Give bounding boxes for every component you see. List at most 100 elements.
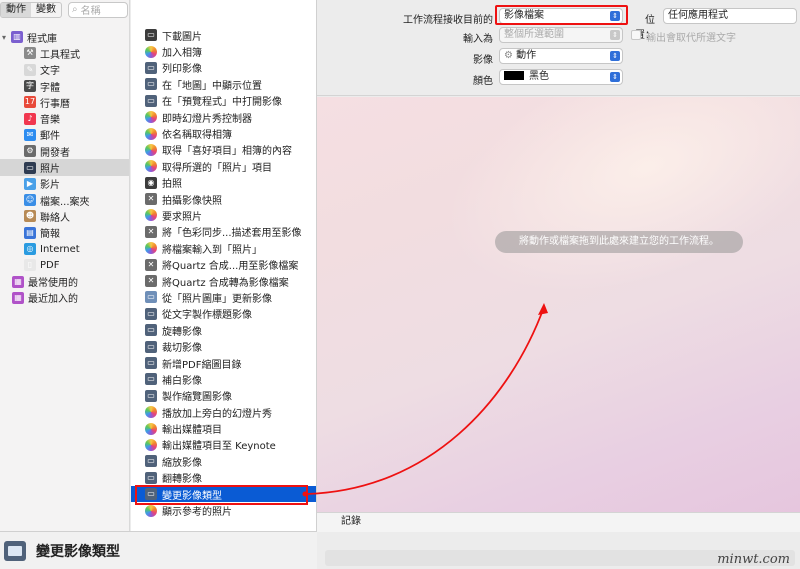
action-item[interactable]: ✕ 將Quartz 合成...用至影像檔案 bbox=[131, 256, 316, 272]
output-replaces-checkbox[interactable] bbox=[631, 30, 641, 40]
library-item[interactable]: 17 行事曆 bbox=[0, 94, 129, 110]
log-header[interactable]: 記錄 bbox=[317, 512, 800, 532]
search-placeholder: 名稱 bbox=[80, 6, 101, 17]
action-item-label: 從文字製作標題影像 bbox=[162, 310, 252, 322]
search-icon: ⌕ bbox=[72, 4, 78, 15]
input-value: 整個所選範圍 bbox=[504, 29, 564, 40]
library-item[interactable]: ▭ 照片 bbox=[0, 159, 129, 176]
photos-app-icon bbox=[145, 127, 157, 140]
action-item[interactable]: 顯示參考的照片 bbox=[131, 502, 316, 518]
preview-icon: ▭ bbox=[145, 471, 157, 484]
library-root[interactable]: ▾ ▥ 程式庫 bbox=[0, 29, 129, 45]
input-popup[interactable]: 整個所選範圍 ⇕ bbox=[499, 27, 623, 43]
action-item[interactable]: ✕ 將「色彩同步...描述套用至影像 bbox=[131, 224, 316, 240]
library-item[interactable]: ✎ 文字 bbox=[0, 62, 129, 78]
action-item[interactable]: ✕ 將Quartz 合成轉為影像檔案 bbox=[131, 273, 316, 289]
action-item[interactable]: 播放加上旁白的幻燈片秀 bbox=[131, 404, 316, 420]
library-item[interactable]: 字字體 bbox=[0, 78, 129, 94]
preview-icon: ▭ bbox=[145, 61, 157, 74]
action-item[interactable]: ▭ 從文字製作標題影像 bbox=[131, 306, 316, 322]
action-item[interactable]: ▭ 列印影像 bbox=[131, 60, 316, 76]
color-popup[interactable]: 黑色 ⇕ bbox=[499, 69, 623, 85]
action-item-label: 縮放影像 bbox=[162, 457, 202, 469]
photos-app-icon bbox=[145, 504, 157, 517]
action-item[interactable]: ▭ 新增PDF縮圖目錄 bbox=[131, 355, 316, 371]
action-item-label: 輸出媒體項目 bbox=[162, 425, 222, 437]
action-item[interactable]: 即時幻燈片秀控制器 bbox=[131, 109, 316, 125]
library-item[interactable]: ▯ PDF bbox=[0, 257, 129, 273]
action-item[interactable]: ▭ 變更影像類型 bbox=[131, 485, 316, 503]
action-item[interactable]: 要求照片 bbox=[131, 207, 316, 223]
action-item[interactable]: ▭ 在「預覽程式」中打開影像 bbox=[131, 93, 316, 109]
action-item[interactable]: ▭ 補白影像 bbox=[131, 371, 316, 387]
library-item[interactable]: ▤ 簡報 bbox=[0, 225, 129, 241]
most-used-icon: ▦ bbox=[12, 275, 24, 288]
location-value: 任何應用程式 bbox=[668, 10, 728, 21]
tab-actions[interactable]: 動作 bbox=[1, 2, 31, 17]
action-item[interactable]: 將檔案輸入到「照片」 bbox=[131, 240, 316, 256]
action-item[interactable]: ▭ 在「地圖」中顯示位置 bbox=[131, 76, 316, 92]
preview-icon: ▭ bbox=[145, 373, 157, 386]
library-item[interactable]: ☺ 檔案...案夾 bbox=[0, 192, 129, 208]
image-popup[interactable]: ⚙ 動作 ⇕ bbox=[499, 48, 623, 64]
tab-variables[interactable]: 變數 bbox=[31, 3, 61, 17]
library-item[interactable]: ⚒ 工具程式 bbox=[0, 45, 129, 61]
library-toolbar: 動作 變數 ⌕ 名稱 bbox=[0, 0, 129, 19]
description-title: 變更影像類型 bbox=[36, 543, 120, 560]
log-label: 記錄 bbox=[341, 516, 361, 527]
action-item[interactable]: ▭ 從「照片圖庫」更新影像 bbox=[131, 289, 316, 305]
pdf-icon: ▯ bbox=[24, 259, 36, 272]
action-item-label: 要求照片 bbox=[162, 211, 202, 223]
tools-icon: ⚒ bbox=[24, 47, 36, 60]
library-item[interactable]: ▶ 影片 bbox=[0, 176, 129, 192]
automator-icon: ✕ bbox=[145, 275, 157, 288]
action-item[interactable]: 取得「喜好項目」相簿的內容 bbox=[131, 142, 316, 158]
library-item[interactable]: ☻ 聯絡人 bbox=[0, 208, 129, 224]
action-item-label: 列印影像 bbox=[162, 64, 202, 76]
workflow-canvas[interactable]: 將動作或檔案拖到此處來建立您的工作流程。 bbox=[317, 97, 800, 512]
action-item-label: 顯示參考的照片 bbox=[162, 507, 232, 519]
developer-icon: ⚙ bbox=[24, 145, 36, 158]
preview-icon: ▭ bbox=[145, 78, 157, 91]
image-capture-icon: ▭ bbox=[145, 291, 157, 304]
action-item[interactable]: 輸出媒體項目至 Keynote bbox=[131, 437, 316, 453]
internet-icon: ◎ bbox=[24, 243, 36, 255]
preview-icon bbox=[4, 540, 26, 561]
action-item[interactable]: ▭ 裁切影像 bbox=[131, 338, 316, 354]
action-item[interactable]: ◉ 拍照 bbox=[131, 175, 316, 191]
photos-app-icon bbox=[145, 209, 157, 222]
action-item[interactable]: 輸出媒體項目 bbox=[131, 420, 316, 436]
library-item[interactable]: ⚙ 開發者 bbox=[0, 143, 129, 159]
action-item[interactable]: ✕ 拍攝影像快照 bbox=[131, 191, 316, 207]
preview-icon: ▭ bbox=[145, 357, 157, 369]
action-item[interactable]: 取得所選的「照片」項目 bbox=[131, 158, 316, 174]
location-popup[interactable]: 任何應用程式 bbox=[663, 8, 797, 24]
action-item-label: 裁切影像 bbox=[162, 343, 202, 355]
actions-list: ▭ 下載圖片 加入相簿 ▭ 列印影像 ▭ 在「地圖」中顯示位置 ▭ 在「預覽程式」中打開影像 即時… bbox=[131, 0, 317, 531]
library-item[interactable]: ♪ 音樂 bbox=[0, 110, 129, 126]
library-item-label: 文字 bbox=[40, 66, 60, 78]
popup-arrows-icon: ⇕ bbox=[610, 72, 620, 82]
smart-group-item[interactable]: ▦ 最近加入的 bbox=[0, 290, 129, 306]
library-item-label: 聯絡人 bbox=[40, 212, 70, 224]
photos-app-icon bbox=[145, 160, 157, 173]
disclosure-down-icon[interactable]: ▾ bbox=[2, 33, 11, 42]
smart-group-item[interactable]: ▦ 最常使用的 bbox=[0, 273, 129, 289]
action-item[interactable]: ▭ 旋轉影像 bbox=[131, 322, 316, 338]
action-item[interactable]: 依名稱取得相簿 bbox=[131, 125, 316, 141]
library-item[interactable]: ✉ 郵件 bbox=[0, 127, 129, 143]
action-item-label: 下載圖片 bbox=[162, 31, 202, 43]
preview-icon: ▭ bbox=[145, 389, 157, 402]
action-item-label: 旋轉影像 bbox=[162, 326, 202, 338]
search-field[interactable]: ⌕ 名稱 bbox=[68, 1, 128, 18]
photos-app-icon bbox=[145, 438, 157, 451]
library-item[interactable]: ◎ Internet bbox=[0, 241, 129, 257]
action-item-label: 加入相簿 bbox=[162, 48, 202, 60]
action-item[interactable]: ▭ 下載圖片 bbox=[131, 27, 316, 43]
action-item-label: 取得所選的「照片」項目 bbox=[162, 162, 272, 174]
action-item[interactable]: ▭ 縮放影像 bbox=[131, 453, 316, 469]
action-item[interactable]: 加入相簿 bbox=[131, 43, 316, 59]
action-item[interactable]: ▭ 翻轉影像 bbox=[131, 470, 316, 486]
receives-label: 工作流程接收目前的 bbox=[403, 15, 493, 26]
action-item[interactable]: ▭ 製作縮覽圖影像 bbox=[131, 388, 316, 404]
